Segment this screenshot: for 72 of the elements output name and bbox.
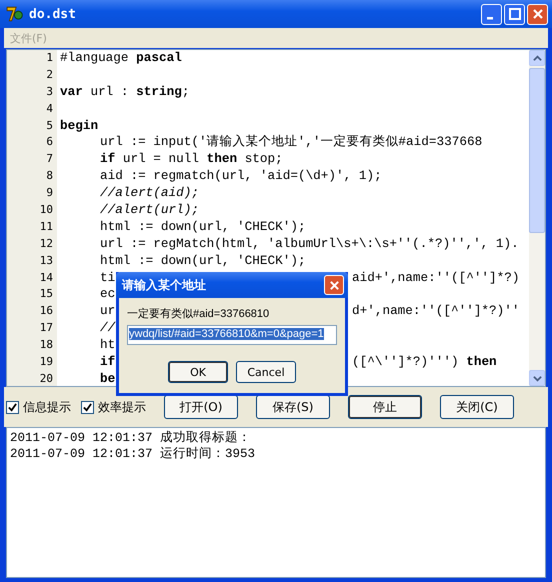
checkbox[interactable]: 效率提示: [81, 398, 146, 416]
line-number: 3: [45, 84, 53, 100]
check-icon: [83, 402, 92, 412]
line-number: 6: [45, 134, 53, 150]
code-line: begin: [60, 118, 98, 133]
line-number: 9: [45, 185, 53, 202]
code-line: if url = null then stop;: [100, 151, 283, 166]
close-icon: [532, 8, 544, 20]
code-line: ht: [100, 337, 116, 352]
code-line: //alert(aid);: [100, 185, 199, 200]
code-line: var url : string;: [60, 84, 190, 99]
minimize-icon: [486, 17, 492, 20]
action-button[interactable]: 保存(S): [256, 395, 330, 419]
checkbox-box[interactable]: [6, 400, 19, 414]
code-line: html := down(url, 'CHECK');: [100, 218, 306, 234]
code-line: url := input('请输入某个地址','一定要有类似#aid=337668: [100, 134, 482, 150]
code-line: //alert(url);: [100, 202, 199, 218]
code-line: html := down(url, 'CHECK');: [100, 252, 306, 268]
log-line: 2011-07-09 12:01:37 成功取得标题：: [10, 430, 252, 446]
prompt-text: 一定要有类似#aid=33766810: [127, 306, 270, 321]
maximize-button[interactable]: [504, 4, 525, 24]
input-field[interactable]: ywdq/list/#aid=33766810&m=0&page=1: [127, 325, 337, 345]
checkbox-label: 信息提示: [23, 398, 71, 416]
scrollbar[interactable]: [529, 50, 545, 386]
line-number: 8: [45, 168, 53, 184]
close-button[interactable]: [324, 275, 344, 295]
code-line: #language pascal: [60, 50, 182, 65]
code-line: aid+',name:''([^'']*?): [352, 270, 520, 286]
line-number: 1: [45, 50, 53, 66]
code-line: if: [100, 354, 116, 370]
maximize-icon: [508, 8, 520, 20]
code-line: aid := regmatch(url, 'aid=(\d+)', 1);: [100, 168, 382, 184]
code-line: ec: [100, 286, 116, 302]
line-number: 18: [38, 337, 53, 354]
scroll-thumb[interactable]: [529, 68, 545, 233]
action-button[interactable]: 关闭(C): [440, 395, 514, 419]
line-number: 7: [45, 151, 53, 168]
dialog-button[interactable]: OK: [168, 361, 228, 383]
line-number: 4: [45, 100, 53, 117]
minimize-button[interactable]: [481, 4, 502, 24]
line-number: 19: [38, 354, 53, 370]
line-number: 5: [45, 118, 53, 134]
window-title: do.dst: [29, 6, 77, 22]
code-line: ti: [100, 270, 116, 285]
line-number: 12: [38, 236, 53, 252]
code-line: d+',name:''([^'']*?)'': [352, 303, 520, 320]
close-button[interactable]: [527, 4, 548, 24]
check-icon: [8, 402, 17, 412]
log-line: 2011-07-09 12:01:37 运行时间：3953: [10, 446, 256, 462]
action-button[interactable]: 打开(O): [164, 395, 238, 419]
line-number: 2: [45, 66, 53, 83]
dialog-button[interactable]: Cancel: [236, 361, 296, 383]
line-number: 15: [38, 286, 53, 302]
line-number: 13: [38, 252, 53, 269]
action-button[interactable]: 停止: [348, 395, 422, 419]
line-number: 20: [38, 370, 53, 387]
code-line: //: [100, 320, 116, 336]
line-number: 16: [38, 303, 53, 320]
line-number: 11: [38, 218, 53, 235]
checkbox-label: 效率提示: [98, 398, 146, 416]
line-number: 10: [38, 202, 53, 218]
code-line: ur: [100, 303, 116, 318]
app-icon: [6, 5, 24, 23]
checkbox[interactable]: 信息提示: [6, 398, 71, 416]
code-line: ([^\'']*?)''') then: [352, 354, 497, 371]
dialog-title: 请输入某个地址: [122, 276, 207, 294]
close-icon: [328, 280, 340, 290]
line-number: 14: [38, 270, 53, 286]
checkbox-box[interactable]: [81, 400, 94, 414]
line-number: 17: [38, 320, 53, 336]
code-line: url := regMatch(html, 'albumUrl\s+\:\s+''(.*?)'',', 1).: [100, 236, 519, 251]
code-line: be: [100, 370, 116, 386]
